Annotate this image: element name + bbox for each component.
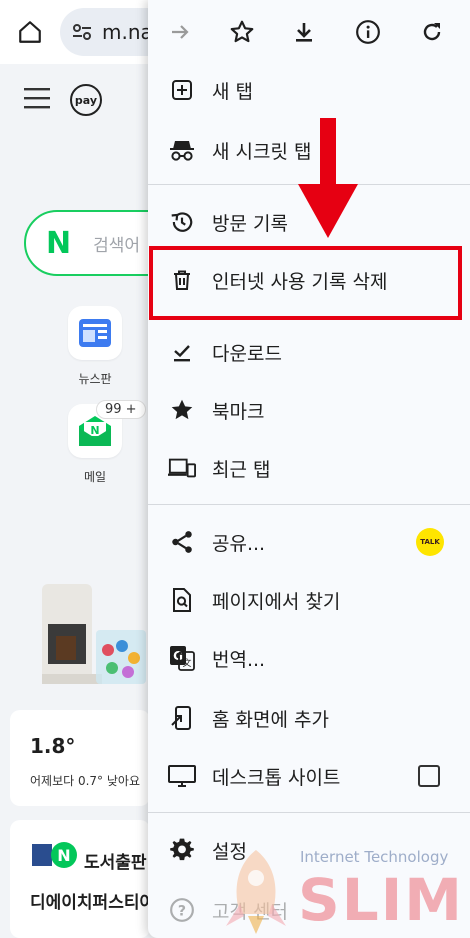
star-icon [230, 20, 254, 43]
menu-item-label: 북마크 [212, 400, 265, 423]
incognito-icon [168, 136, 196, 164]
hamburger-menu[interactable] [24, 86, 52, 114]
menu-item-find-in-page[interactable]: 페이지에서 찾기 [148, 572, 470, 628]
svg-text:N: N [90, 424, 99, 437]
highlight-box [149, 246, 462, 320]
add-to-home-icon [168, 704, 196, 732]
find-in-page-icon [168, 586, 196, 614]
menu-icon [24, 88, 50, 109]
weather-comparison: 어제보다 0.7° 낮아요 [30, 774, 140, 788]
site-settings-icon [73, 24, 91, 40]
svg-text:?: ? [178, 903, 186, 919]
kakaotalk-share-icon[interactable]: TALK [416, 528, 444, 556]
svg-text:G: G [173, 649, 183, 663]
star-filled-icon [168, 396, 196, 424]
svg-text:文: 文 [182, 657, 191, 669]
forward-icon [172, 25, 189, 39]
pay-label: pay [74, 93, 98, 107]
download-page-button[interactable] [286, 14, 322, 50]
app-news[interactable] [68, 306, 122, 360]
menu-item-label: 다운로드 [212, 342, 282, 365]
pay-button[interactable]: pay [70, 84, 102, 116]
watermark-title: SLIM [298, 866, 465, 934]
mail-count-badge: 99 + [96, 400, 146, 419]
watermark-subtitle: Internet Technology [300, 848, 449, 866]
menu-item-recent-tabs[interactable]: 최근 탭 [148, 440, 470, 496]
new-tab-icon [168, 76, 196, 104]
desktop-site-checkbox[interactable] [418, 765, 440, 787]
devices-icon [168, 454, 196, 482]
publisher-logo-icon: N [32, 842, 77, 868]
menu-item-label: 데스크톱 사이트 [212, 766, 341, 789]
settings-icon [168, 836, 196, 864]
red-arrow-icon [298, 118, 358, 238]
bookmark-star-button[interactable] [224, 14, 260, 50]
coffee-machine-ad-image[interactable] [36, 574, 152, 692]
naver-logo: N [46, 225, 72, 261]
book-subtitle: 디에이치퍼스티아 [30, 893, 150, 913]
menu-item-label: 방문 기록 [212, 212, 288, 235]
menu-item-label: 공유... [212, 532, 266, 555]
url-text: m.na [102, 20, 153, 44]
home-button[interactable] [12, 14, 48, 50]
menu-item-label: 최근 탭 [212, 458, 271, 481]
weather-card[interactable]: 1.8° 어제보다 0.7° 낮아요 [10, 710, 150, 806]
rocket-logo-icon [226, 850, 286, 934]
desktop-icon [168, 762, 196, 790]
menu-item-translate[interactable]: G文 번역... [148, 630, 470, 686]
menu-item-downloads[interactable]: 다운로드 [148, 324, 470, 380]
forward-button[interactable] [162, 14, 198, 50]
menu-toolbar [148, 0, 470, 64]
help-icon: ? [168, 896, 196, 924]
book-card[interactable]: N 도서출판 디에이치퍼스티아 [10, 820, 150, 938]
menu-divider [148, 504, 470, 505]
app-mail-label: 메일 [83, 470, 107, 484]
search-placeholder: 검색어 [93, 235, 141, 256]
menu-item-desktop-site[interactable]: 데스크톱 사이트 [148, 748, 470, 804]
book-title: 도서출판 [84, 853, 147, 873]
menu-item-label: 홈 화면에 추가 [212, 708, 329, 731]
menu-item-share[interactable]: 공유... TALK [148, 514, 470, 570]
menu-item-bookmarks[interactable]: 북마크 [148, 382, 470, 438]
page-info-button[interactable] [350, 14, 386, 50]
mail-icon: N [79, 416, 111, 446]
menu-item-label: 새 탭 [212, 80, 253, 103]
refresh-button[interactable] [414, 14, 450, 50]
weather-temperature: 1.8° [30, 734, 76, 758]
download-check-icon [168, 338, 196, 366]
home-icon [19, 21, 41, 43]
menu-item-label: 번역... [212, 648, 266, 671]
menu-item-label: 페이지에서 찾기 [212, 590, 341, 613]
translate-icon: G文 [168, 644, 196, 672]
history-icon [168, 208, 196, 236]
refresh-icon [423, 23, 441, 41]
menu-divider [148, 812, 470, 813]
svg-text:N: N [57, 846, 70, 865]
info-icon [356, 20, 380, 44]
share-icon [168, 528, 196, 556]
app-news-label: 뉴스판 [78, 372, 112, 386]
news-icon [79, 319, 111, 347]
menu-item-add-to-home-screen[interactable]: 홈 화면에 추가 [148, 690, 470, 746]
watermark: Internet Technology SLIM [210, 842, 470, 938]
menu-item-new-tab[interactable]: 새 탭 [148, 62, 470, 118]
download-icon [296, 23, 312, 42]
